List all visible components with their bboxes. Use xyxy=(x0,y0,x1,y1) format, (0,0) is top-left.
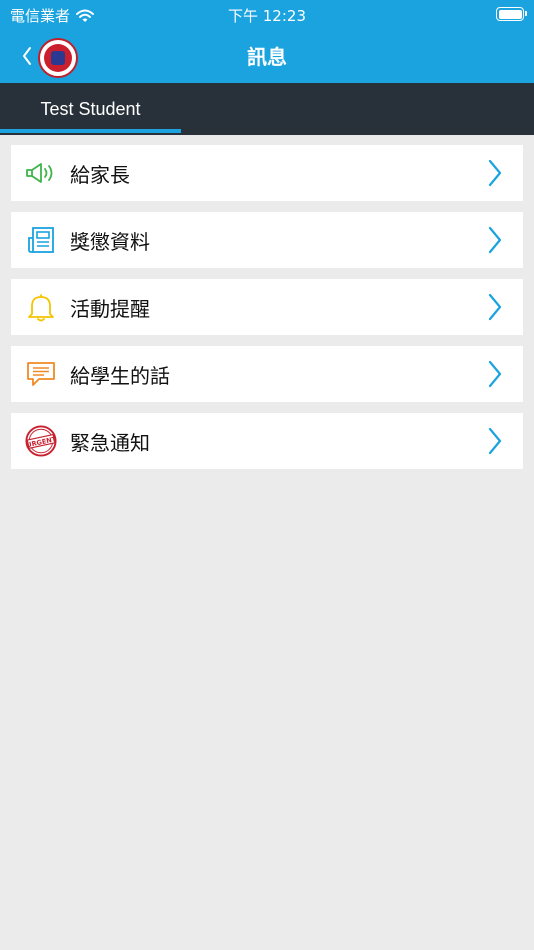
newspaper-icon xyxy=(25,224,57,256)
chevron-right-icon xyxy=(488,159,502,187)
menu-item-emergency-notice[interactable]: URGENT 緊急通知 xyxy=(11,413,523,469)
chat-bubble-icon xyxy=(25,358,57,390)
menu-item-label: 活動提醒 xyxy=(70,297,150,321)
navigation-bar: 訊息 xyxy=(0,28,534,83)
tab-selected-indicator xyxy=(0,129,181,133)
menu-item-label: 獎懲資料 xyxy=(70,230,150,254)
menu-item-rewards-penalties[interactable]: 獎懲資料 xyxy=(11,212,523,268)
menu-item-to-parents[interactable]: 給家長 xyxy=(11,145,523,201)
battery-icon xyxy=(496,7,527,21)
tab-bar: Test Student xyxy=(0,83,534,135)
tab-test-student[interactable]: Test Student xyxy=(0,83,181,135)
menu-list: 給家長 獎懲資料 活動提醒 給學生的話 URGENT 緊急通知 xyxy=(11,145,523,480)
chevron-right-icon xyxy=(488,293,502,321)
tab-label: Test Student xyxy=(40,98,141,119)
chevron-right-icon xyxy=(488,226,502,254)
chevron-right-icon xyxy=(488,360,502,388)
page-title: 訊息 xyxy=(247,45,287,69)
urgent-stamp-icon: URGENT xyxy=(25,425,57,457)
status-bar: 電信業者 下午 12:23 xyxy=(0,0,534,28)
menu-item-label: 緊急通知 xyxy=(70,431,150,455)
menu-item-label: 給學生的話 xyxy=(70,364,170,388)
menu-item-activity-reminders[interactable]: 活動提醒 xyxy=(11,279,523,335)
bell-icon xyxy=(25,291,57,323)
clock: 下午 12:23 xyxy=(228,7,306,25)
chevron-right-icon xyxy=(488,427,502,455)
megaphone-icon xyxy=(25,157,57,189)
menu-item-label: 給家長 xyxy=(70,163,130,187)
menu-item-words-to-students[interactable]: 給學生的話 xyxy=(11,346,523,402)
